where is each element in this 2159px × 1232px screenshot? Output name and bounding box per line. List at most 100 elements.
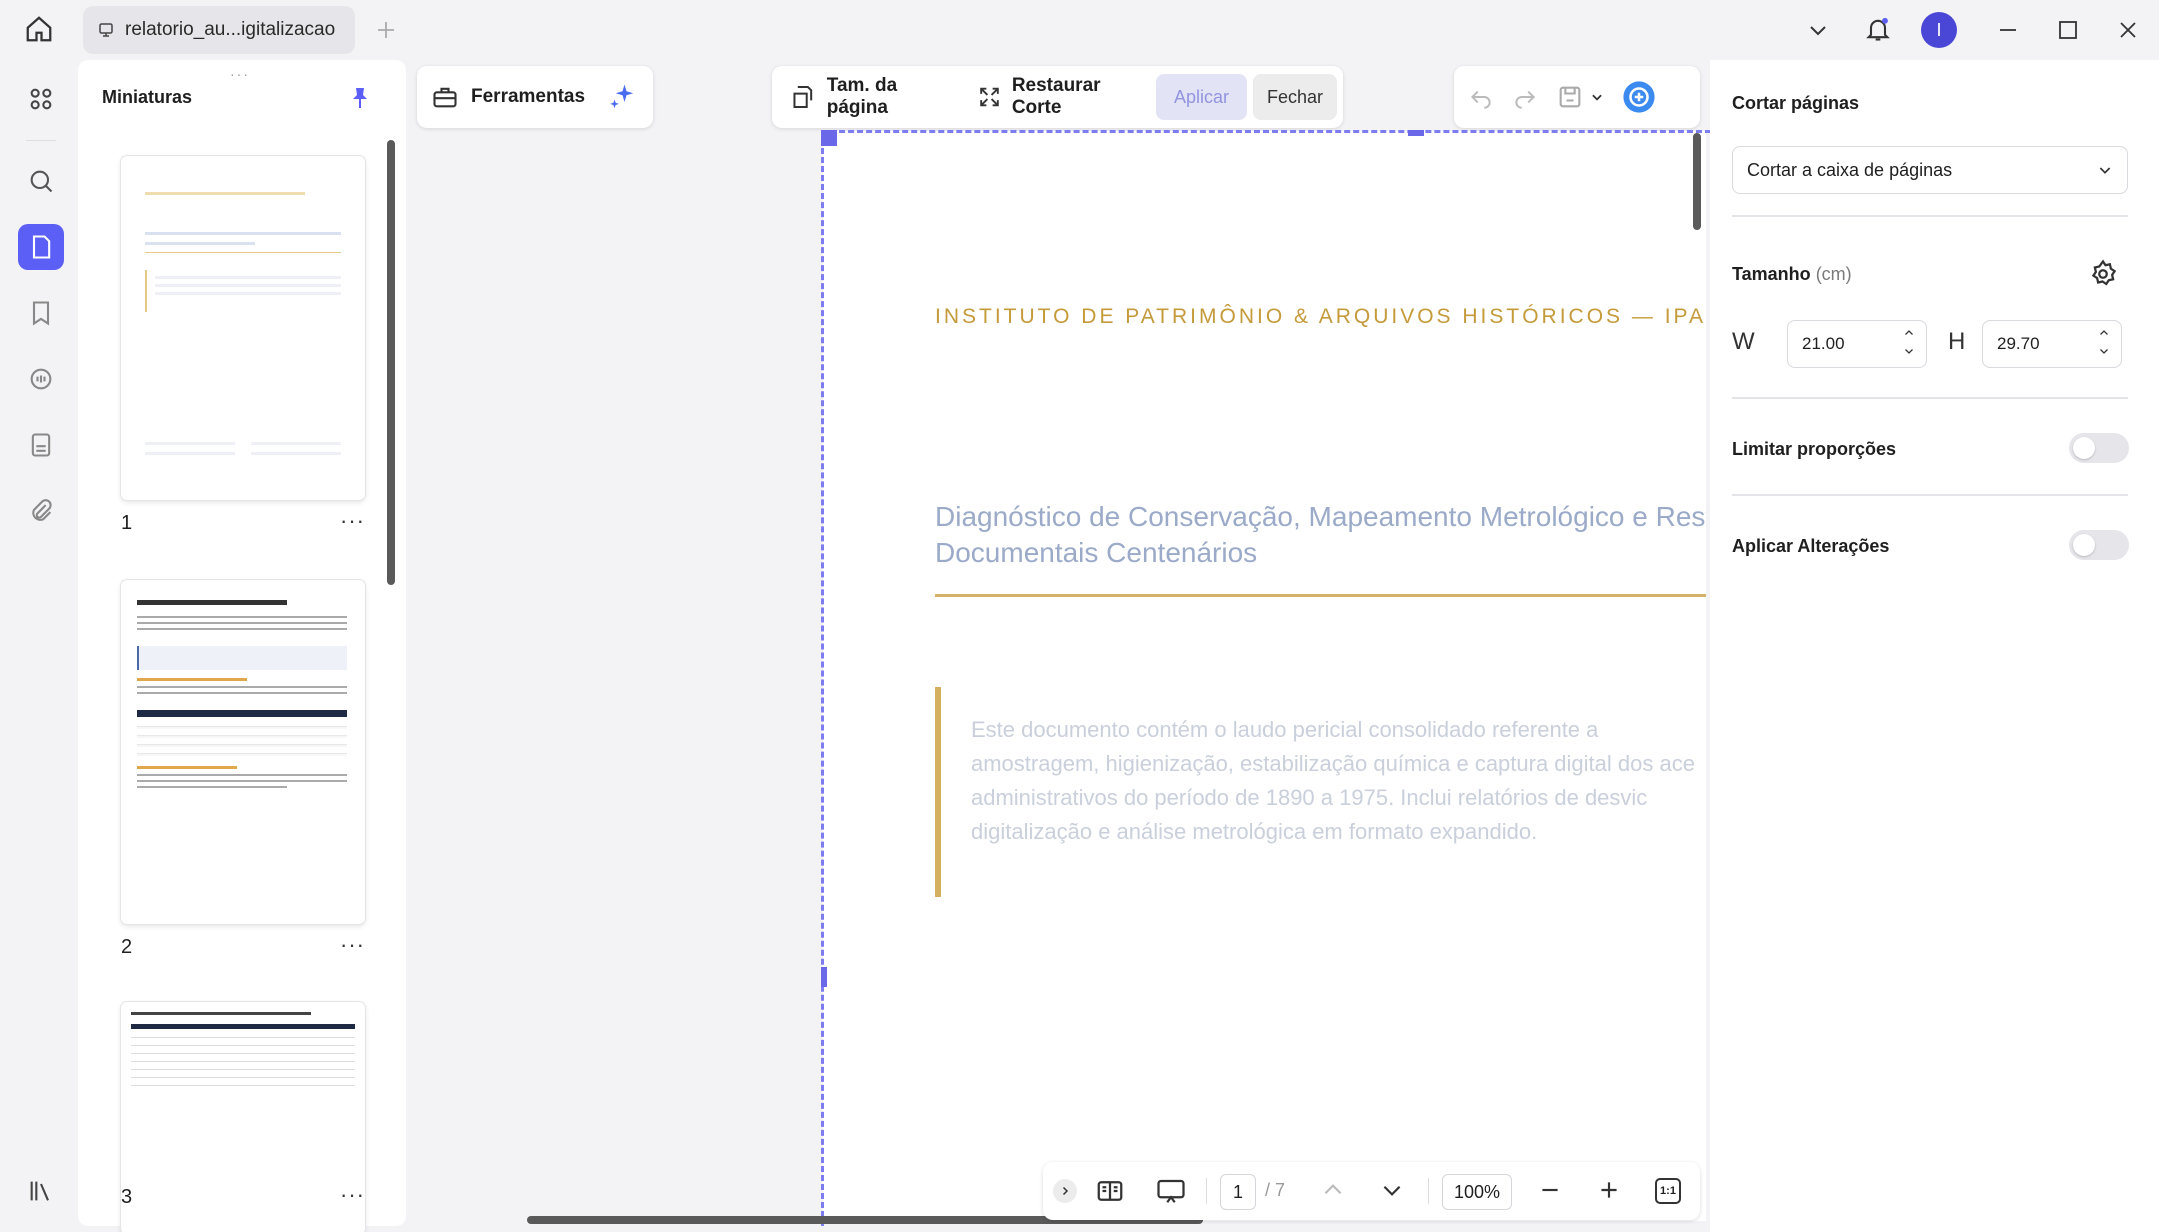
nav-divider (1428, 1178, 1429, 1204)
crop-pages-panel: Cortar páginas Cortar a caixa de páginas… (1710, 60, 2159, 1232)
document-tab-icon (97, 21, 115, 39)
document-tab[interactable]: relatorio_au...igitalizacao (83, 6, 355, 54)
home-icon[interactable] (24, 14, 54, 44)
apply-changes-toggle[interactable] (2069, 530, 2129, 560)
avatar[interactable]: I (1921, 12, 1957, 48)
page-vertical-scrollbar[interactable] (1693, 133, 1701, 230)
size-settings-gear-icon[interactable] (2088, 259, 2118, 289)
page-size-label: Tam. da página (826, 75, 898, 118)
crop-handle-top[interactable] (1408, 130, 1424, 136)
page-size-icon (793, 85, 813, 109)
page-thumbnail-3[interactable] (121, 1002, 365, 1232)
tools-pill: Ferramentas (417, 66, 653, 128)
apply-button[interactable]: Aplicar (1155, 74, 1247, 120)
lock-ratio-toggle[interactable] (2069, 433, 2129, 463)
chevron-down-icon[interactable] (2097, 345, 2111, 357)
size-label-text: Tamanho (1732, 264, 1811, 284)
ai-sparkle-icon[interactable] (607, 82, 637, 112)
section-divider (1732, 494, 2128, 496)
page-thumbnail-1[interactable] (121, 156, 365, 500)
page-thumbnail-2[interactable] (121, 580, 365, 924)
zoom-level[interactable]: 100% (1442, 1174, 1512, 1210)
height-stepper[interactable] (2097, 327, 2111, 357)
save-dropdown-chevron-icon[interactable] (1590, 90, 1604, 104)
zoom-out-icon[interactable] (1537, 1177, 1563, 1203)
ai-assistant-icon[interactable] (1622, 80, 1656, 114)
crop-mode-select[interactable]: Cortar a caixa de páginas (1732, 146, 2128, 194)
close-window-icon[interactable] (2116, 18, 2140, 42)
size-label: Tamanho (cm) (1732, 264, 1852, 285)
section-divider (1732, 215, 2128, 217)
presentation-icon[interactable] (1155, 1176, 1187, 1206)
page-layout-icon[interactable] (1095, 1176, 1125, 1206)
new-tab-icon[interactable] (374, 18, 398, 42)
next-page-icon[interactable] (1379, 1177, 1405, 1203)
width-letter: W (1732, 328, 1755, 355)
left-rail (0, 60, 78, 1232)
toolbox-icon (431, 83, 459, 111)
height-value: 29.70 (1997, 334, 2040, 353)
chevron-down-icon (2099, 167, 2111, 174)
crop-handle-left[interactable] (821, 967, 827, 987)
undo-icon[interactable] (1468, 84, 1494, 110)
height-letter: H (1948, 328, 1966, 355)
thumbnail-more-button[interactable]: ··· (340, 932, 365, 958)
restore-crop-label: Restaurar Corte (1011, 75, 1101, 118)
nav-divider (1206, 1178, 1207, 1204)
thumbnail-more-button[interactable]: ··· (340, 508, 365, 534)
section-divider (1732, 397, 2128, 399)
thumbnail-page-number: 3 (121, 1186, 133, 1208)
previous-page-icon[interactable] (1320, 1177, 1346, 1203)
width-stepper[interactable] (1902, 327, 1916, 357)
width-value: 21.00 (1802, 334, 1845, 353)
thumbnail-page-number: 2 (121, 936, 133, 958)
attachment-icon[interactable] (18, 488, 64, 534)
search-icon[interactable] (18, 158, 64, 204)
page-size-button[interactable]: Tam. da página (778, 74, 961, 120)
thumbnails-scrollbar[interactable] (387, 140, 395, 585)
pages-icon[interactable] (18, 224, 64, 270)
maximize-icon[interactable] (2056, 18, 2080, 42)
pin-icon[interactable] (348, 84, 372, 112)
save-icon[interactable] (1556, 83, 1604, 111)
form-fields-icon[interactable] (18, 422, 64, 468)
thumbnail-more-button[interactable]: ··· (340, 1182, 365, 1208)
rail-divider (26, 140, 56, 141)
thumbnails-panel: ··· Miniaturas 1 ··· 2 ··· 3 ··· (78, 60, 406, 1232)
crop-toolbar: Tam. da página Restaurar Corte Aplicar F… (772, 66, 1343, 128)
expand-arrows-icon (980, 87, 999, 107)
actual-size-button[interactable]: 1:1 (1655, 1178, 1681, 1204)
tools-button[interactable]: Ferramentas (471, 86, 585, 108)
crop-handle-top-left[interactable] (821, 130, 837, 146)
size-unit: (cm) (1815, 264, 1852, 284)
edit-actions-pill (1454, 66, 1700, 128)
width-input[interactable]: 21.00 (1787, 320, 1927, 368)
thumbnail-page-number: 1 (121, 512, 133, 534)
panel-drag-handle[interactable]: ··· (230, 66, 250, 82)
close-crop-button[interactable]: Fechar (1252, 74, 1337, 120)
zoom-in-icon[interactable] (1596, 1177, 1622, 1203)
current-page-input[interactable]: 1 (1220, 1174, 1256, 1210)
thumbnails-title: Miniaturas (102, 87, 193, 107)
library-icon[interactable] (18, 1168, 64, 1214)
chevron-down-icon[interactable] (1806, 18, 1830, 42)
crop-panel-title: Cortar páginas (1732, 93, 1860, 113)
crop-selection-frame[interactable] (821, 130, 1711, 1226)
minimize-icon[interactable] (1996, 18, 2020, 42)
title-bar: relatorio_au...igitalizacao I (0, 0, 2159, 60)
bookmark-icon[interactable] (18, 290, 64, 336)
redo-icon[interactable] (1512, 84, 1538, 110)
chevron-up-icon[interactable] (1902, 327, 1916, 339)
notification-bell-icon[interactable] (1864, 15, 1892, 43)
chevron-down-icon[interactable] (1902, 345, 1916, 357)
height-input[interactable]: 29.70 (1982, 320, 2122, 368)
expand-toolbar-icon[interactable] (1053, 1179, 1077, 1203)
page-navigation-bar: 1 / 7 100% 1:1 (1043, 1162, 1700, 1220)
crop-mode-value: Cortar a caixa de páginas (1747, 159, 1953, 180)
comments-icon[interactable] (18, 356, 64, 402)
restore-crop-button[interactable]: Restaurar Corte (965, 74, 1152, 120)
document-tab-title: relatorio_au...igitalizacao (125, 19, 336, 40)
apps-grid-icon[interactable] (18, 76, 64, 122)
chevron-up-icon[interactable] (2097, 327, 2111, 339)
apply-changes-label: Aplicar Alterações (1732, 536, 1890, 556)
